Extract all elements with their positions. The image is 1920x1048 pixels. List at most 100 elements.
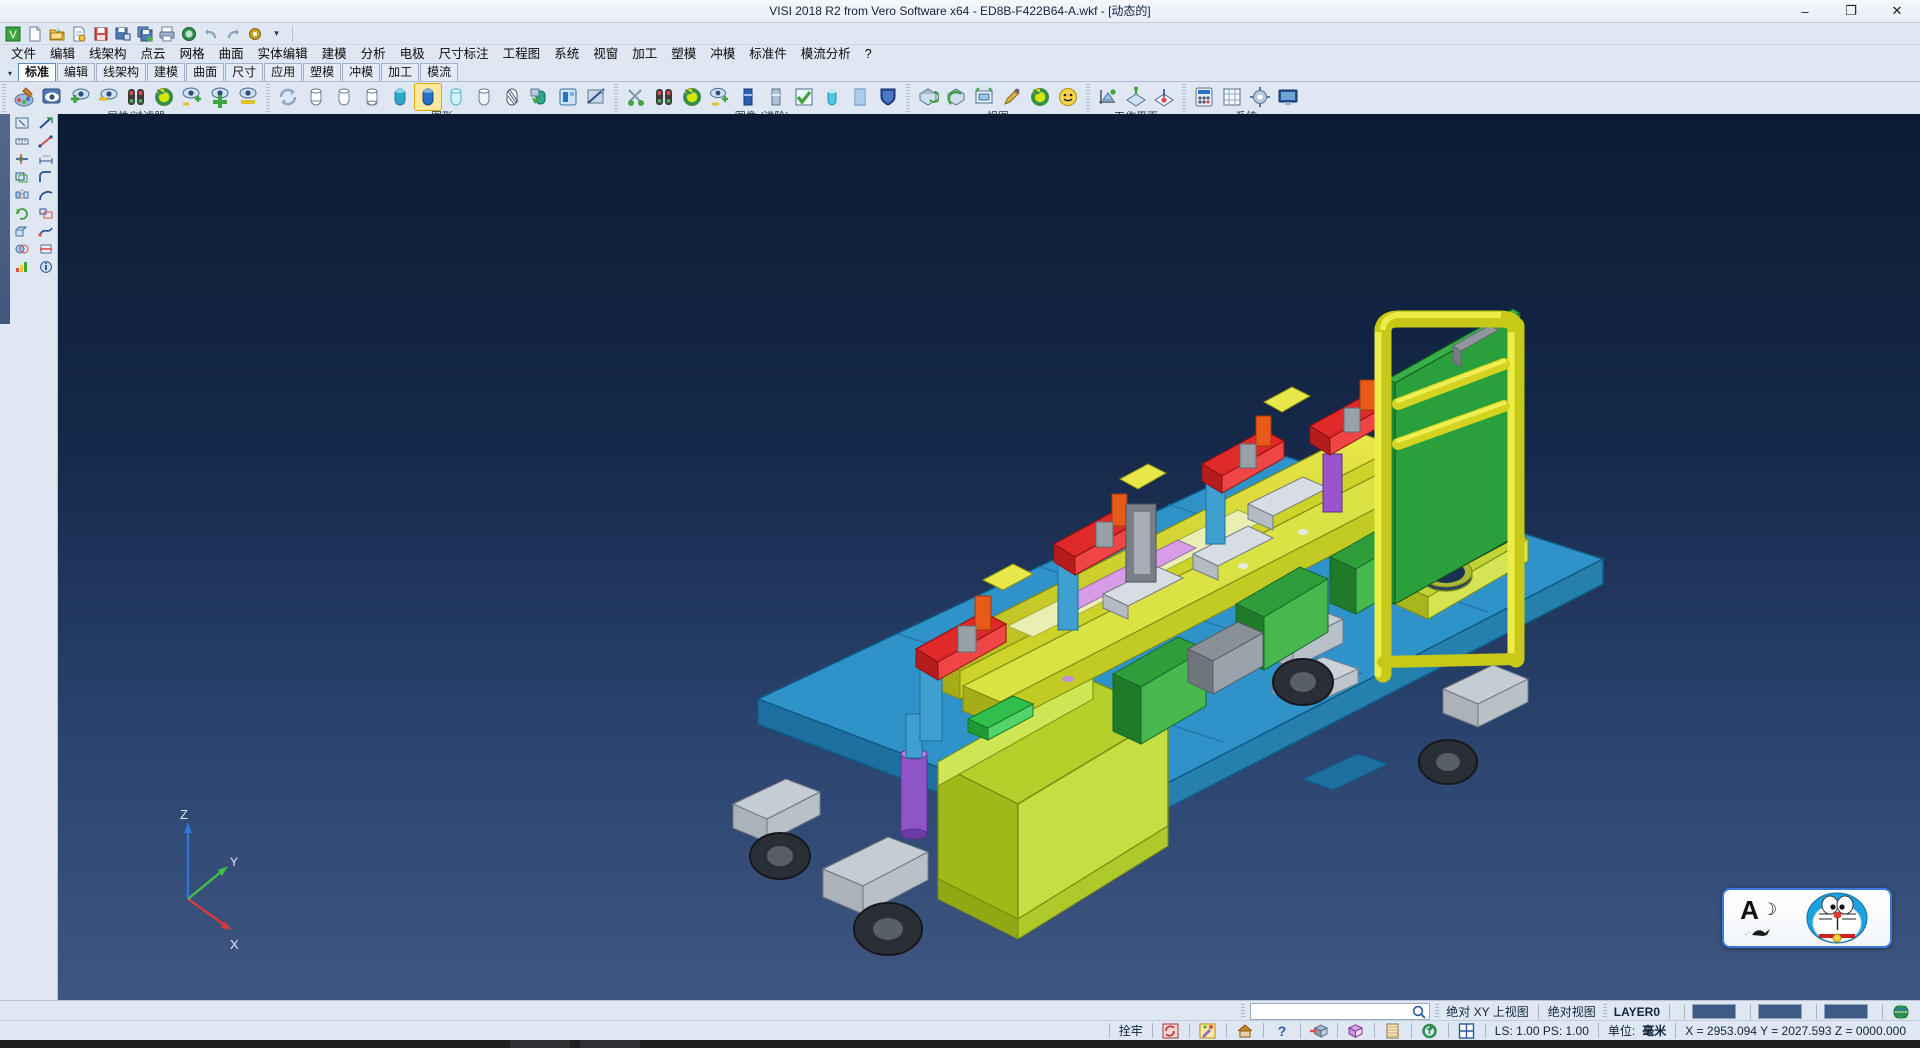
cylinder-cyan-icon[interactable] bbox=[819, 84, 845, 110]
view-dynamic-icon[interactable] bbox=[915, 84, 941, 110]
save-all-icon[interactable] bbox=[134, 24, 155, 44]
draw-line-icon[interactable] bbox=[34, 132, 58, 150]
offset-icon[interactable] bbox=[10, 168, 34, 186]
shade-transparent-icon[interactable] bbox=[387, 84, 413, 110]
traffic-light-icon[interactable] bbox=[651, 84, 677, 110]
boolean-icon[interactable] bbox=[10, 240, 34, 258]
sys-monitor-icon[interactable] bbox=[1275, 84, 1301, 110]
menu-item-electrode[interactable]: 电极 bbox=[393, 45, 432, 64]
view-refresh-icon[interactable] bbox=[1027, 84, 1053, 110]
render-quality-icon[interactable] bbox=[527, 84, 553, 110]
shade-wireframe-icon[interactable] bbox=[303, 84, 329, 110]
hide-graphics-icon[interactable] bbox=[583, 84, 609, 110]
3d-viewport[interactable]: Z X Y A ☽ .· bbox=[58, 114, 1920, 1000]
menu-item-surface[interactable]: 曲面 bbox=[212, 45, 251, 64]
menu-item-dimension[interactable]: 尺寸标注 bbox=[432, 45, 496, 64]
snap-cube-icon[interactable] bbox=[1345, 1021, 1367, 1040]
tab-flow[interactable]: 模流 bbox=[420, 63, 458, 81]
view-plane-label[interactable]: 绝对 XY 上视图 bbox=[1444, 1003, 1530, 1020]
view-frame-icon[interactable] bbox=[971, 84, 997, 110]
snap-grid-icon[interactable] bbox=[1456, 1021, 1478, 1040]
select-line-icon[interactable] bbox=[34, 114, 58, 132]
color-swatch-3[interactable] bbox=[1824, 1004, 1868, 1019]
menu-item-system[interactable]: 系统 bbox=[547, 45, 586, 64]
traffic-light-pair-icon[interactable] bbox=[123, 84, 149, 110]
sys-grid-icon[interactable] bbox=[1219, 84, 1245, 110]
workplane-origin-icon[interactable] bbox=[1151, 84, 1177, 110]
save-as-icon[interactable] bbox=[112, 24, 133, 44]
status-gripper[interactable] bbox=[1603, 1004, 1607, 1019]
shade-hidden-icon[interactable] bbox=[331, 84, 357, 110]
tab-application[interactable]: 应用 bbox=[264, 63, 302, 81]
tab-mould[interactable]: 塑模 bbox=[303, 63, 341, 81]
minus-icon[interactable] bbox=[235, 84, 261, 110]
new-file-icon[interactable] bbox=[24, 24, 45, 44]
extrude-icon[interactable] bbox=[10, 222, 34, 240]
tab-dimension[interactable]: 尺寸 bbox=[225, 63, 263, 81]
cad-model-render[interactable]: Z X Y bbox=[58, 114, 1920, 1000]
color-swatch-1[interactable] bbox=[1692, 1004, 1736, 1019]
snap-home-icon[interactable] bbox=[1234, 1021, 1256, 1040]
tab-standard[interactable]: 标准 bbox=[18, 63, 56, 81]
globe-icon[interactable] bbox=[1890, 1002, 1912, 1021]
open-folder-icon[interactable] bbox=[46, 24, 67, 44]
scissors-cut-icon[interactable] bbox=[623, 84, 649, 110]
snap-mode-label[interactable]: 拴牢 bbox=[1117, 1022, 1145, 1039]
menu-item-pointcloud[interactable]: 点云 bbox=[134, 45, 173, 64]
save-icon[interactable] bbox=[90, 24, 111, 44]
view-mode-label[interactable]: 绝对视图 bbox=[1546, 1003, 1598, 1020]
show-add-icon[interactable] bbox=[67, 84, 93, 110]
snap-solid-icon[interactable] bbox=[1308, 1021, 1330, 1040]
snap-layers-icon[interactable] bbox=[1382, 1021, 1404, 1040]
workplane-axis-icon[interactable] bbox=[1095, 84, 1121, 110]
scale-icon[interactable] bbox=[34, 204, 58, 222]
preview-icon[interactable] bbox=[178, 24, 199, 44]
open-recent-icon[interactable] bbox=[68, 24, 89, 44]
tab-progress[interactable]: 冲模 bbox=[342, 63, 380, 81]
layer-grey-icon[interactable] bbox=[763, 84, 789, 110]
menu-item-standard-parts[interactable]: 标准件 bbox=[742, 45, 794, 64]
toggle-visibility-icon[interactable] bbox=[707, 84, 733, 110]
current-layer-label[interactable]: LAYER0 bbox=[1612, 1005, 1662, 1019]
tab-edit[interactable]: 编辑 bbox=[57, 63, 95, 81]
snap-refresh-icon[interactable] bbox=[1419, 1021, 1441, 1040]
measure-icon[interactable] bbox=[10, 132, 34, 150]
taskbar-item[interactable] bbox=[510, 1040, 570, 1048]
shade-solid-icon[interactable] bbox=[415, 84, 441, 110]
print-icon[interactable] bbox=[156, 24, 177, 44]
menu-item-mould[interactable]: 塑模 bbox=[664, 45, 703, 64]
menu-item-help[interactable]: ? bbox=[858, 45, 879, 64]
toggle-plusminus-icon[interactable] bbox=[179, 84, 205, 110]
fillet-icon[interactable] bbox=[34, 168, 58, 186]
analysis-icon[interactable] bbox=[10, 258, 34, 276]
shade-flat-icon[interactable] bbox=[471, 84, 497, 110]
status-gripper[interactable] bbox=[1435, 1004, 1439, 1019]
sys-calc-icon[interactable] bbox=[1191, 84, 1217, 110]
menu-item-file[interactable]: 文件 bbox=[4, 45, 43, 64]
menu-item-analysis[interactable]: 分析 bbox=[354, 45, 393, 64]
mirror-icon[interactable] bbox=[10, 186, 34, 204]
arc-icon[interactable] bbox=[34, 186, 58, 204]
stripes-icon[interactable] bbox=[847, 84, 873, 110]
chevron-down-icon[interactable]: ▾ bbox=[2, 65, 18, 81]
split-icon[interactable] bbox=[34, 240, 58, 258]
units-value[interactable]: 毫米 bbox=[1640, 1022, 1668, 1039]
menu-item-mesh[interactable]: 网格 bbox=[173, 45, 212, 64]
maximize-button[interactable]: ❐ bbox=[1828, 0, 1874, 23]
shade-ghost-icon[interactable] bbox=[443, 84, 469, 110]
rotate-icon[interactable] bbox=[10, 204, 34, 222]
show-remove-icon[interactable] bbox=[95, 84, 121, 110]
view-pen-icon[interactable] bbox=[999, 84, 1025, 110]
close-button[interactable]: ✕ bbox=[1874, 0, 1920, 23]
menu-item-window[interactable]: 视窗 bbox=[586, 45, 625, 64]
snap-magic-icon[interactable] bbox=[1197, 1021, 1219, 1040]
workplane-define-icon[interactable] bbox=[1123, 84, 1149, 110]
sys-settings-icon[interactable] bbox=[1247, 84, 1273, 110]
menu-item-machining[interactable]: 加工 bbox=[625, 45, 664, 64]
tab-machining[interactable]: 加工 bbox=[381, 63, 419, 81]
dimension-icon[interactable] bbox=[34, 150, 58, 168]
tab-wireframe[interactable]: 线架构 bbox=[96, 63, 146, 81]
tab-surface[interactable]: 曲面 bbox=[186, 63, 224, 81]
menu-item-flow-analysis[interactable]: 模流分析 bbox=[794, 45, 858, 64]
color-swatch-2[interactable] bbox=[1758, 1004, 1802, 1019]
